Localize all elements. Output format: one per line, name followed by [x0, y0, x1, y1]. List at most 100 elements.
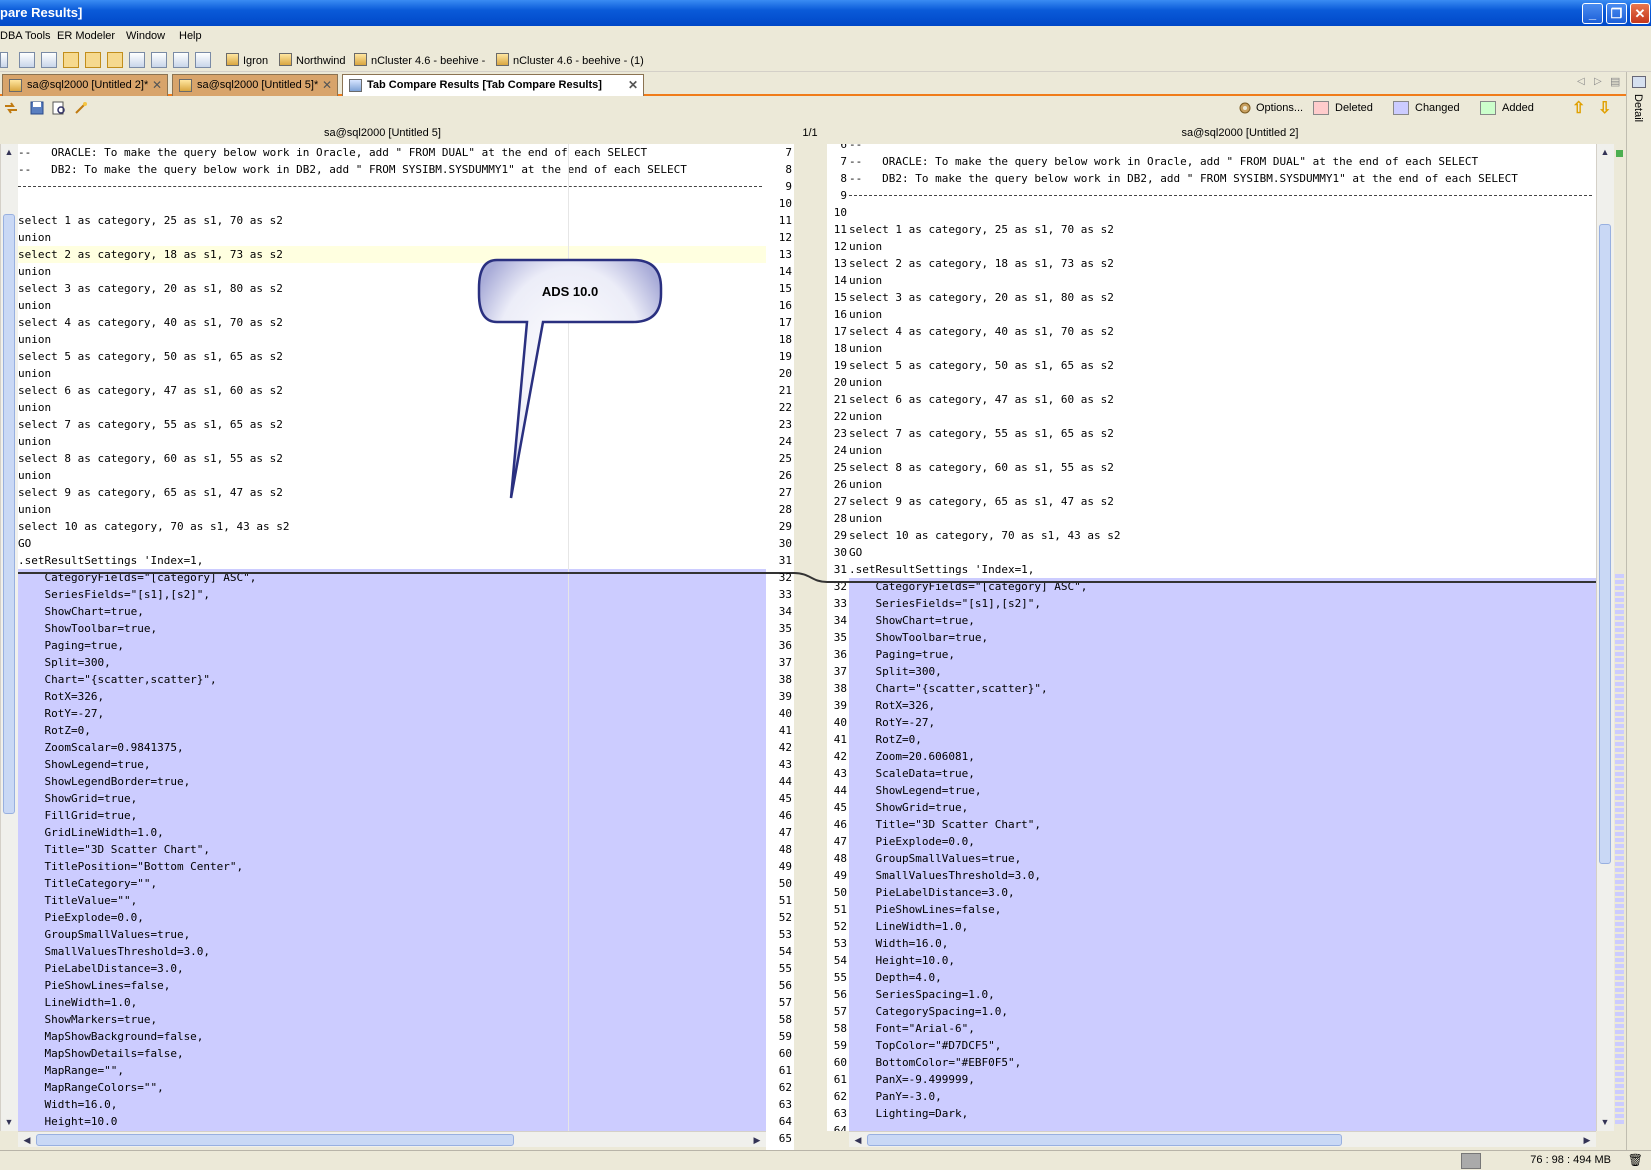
tab-compare-results[interactable]: Tab Compare Results [Tab Compare Results…: [342, 74, 644, 96]
code-line: ShowLegendBorder=true,: [18, 775, 191, 788]
tab-scroll-right-icon[interactable]: ▷: [1594, 76, 1602, 87]
tab-close-icon[interactable]: ✕: [322, 75, 332, 95]
scroll-up-icon[interactable]: ▲: [1598, 145, 1612, 159]
detail-tab-label[interactable]: Detail: [1632, 94, 1644, 122]
code-line: RotZ=0,: [18, 724, 91, 737]
menu-help[interactable]: Help: [179, 30, 202, 42]
connection-ncluster-1[interactable]: nCluster 4.6 - beehive - (1): [496, 53, 644, 67]
line-number: 60: [833, 1056, 847, 1069]
columns-icon[interactable]: [195, 52, 211, 68]
list-icon[interactable]: [129, 52, 145, 68]
code-line: Chart="{scatter,scatter}",: [18, 673, 217, 686]
right-scroll-thumb[interactable]: [1599, 224, 1611, 864]
next-diff-icon[interactable]: ⇩: [1598, 98, 1611, 118]
save-icon[interactable]: [29, 100, 45, 116]
code-line: ShowToolbar=true,: [18, 622, 158, 635]
split-selected-icon[interactable]: [107, 52, 123, 68]
database-icon: [226, 53, 239, 66]
code-line: Width=16.0,: [18, 1098, 118, 1111]
scroll-down-icon[interactable]: ▼: [1598, 1115, 1612, 1129]
code-line: GroupSmallValues=true,: [18, 928, 191, 941]
left-horizontal-scrollbar[interactable]: ◀ ▶: [18, 1131, 766, 1147]
line-number: 21: [778, 384, 792, 397]
code-line: RotZ=0,: [849, 733, 922, 746]
close-button[interactable]: ✕: [1630, 3, 1650, 24]
detail-side-panel[interactable]: Detail: [1626, 72, 1651, 1150]
scroll-right-icon[interactable]: ▶: [750, 1133, 764, 1147]
line-number: 63: [778, 1098, 792, 1111]
panel-icon[interactable]: [173, 52, 189, 68]
line-number: 10: [833, 206, 847, 219]
menu-window[interactable]: Window: [126, 30, 165, 42]
code-line: union: [849, 240, 883, 253]
line-number: 26: [833, 478, 847, 491]
code-line: MapShowDetails=false,: [18, 1047, 184, 1060]
scroll-down-icon[interactable]: ▼: [2, 1115, 16, 1129]
line-number: 50: [778, 877, 792, 890]
print-preview-icon[interactable]: [51, 100, 67, 116]
left-scroll-thumb[interactable]: [3, 214, 15, 814]
line-number: 37: [778, 656, 792, 669]
right-hscroll-thumb[interactable]: [867, 1134, 1342, 1146]
restore-button[interactable]: ❐: [1606, 3, 1627, 24]
code-line: union: [18, 333, 52, 346]
tab-close-icon[interactable]: ✕: [152, 75, 162, 95]
grid-icon[interactable]: [19, 52, 35, 68]
layout-selected-icon[interactable]: [63, 52, 79, 68]
menu-er-modeler[interactable]: ER Modeler: [57, 30, 115, 42]
scroll-right-icon[interactable]: ▶: [1580, 1133, 1594, 1147]
scroll-left-icon[interactable]: ◀: [851, 1133, 865, 1147]
code-line: union: [18, 367, 52, 380]
table-selected-icon[interactable]: [85, 52, 101, 68]
line-number: 43: [778, 758, 792, 771]
tab-list-icon[interactable]: ▤: [1610, 75, 1620, 88]
gear-icon[interactable]: [1237, 100, 1253, 116]
code-line: .setResultSettings 'Index=1,: [849, 563, 1035, 576]
changed-line-bg: [849, 731, 1596, 748]
changed-line-bg: [849, 935, 1596, 952]
line-number: 62: [833, 1090, 847, 1103]
line-number: 63: [833, 1107, 847, 1120]
code-line: Paging=true,: [18, 639, 124, 652]
tab-untitled-2[interactable]: sa@sql2000 [Untitled 2]* ✕: [2, 74, 168, 96]
window-icon[interactable]: [151, 52, 167, 68]
line-number: 42: [833, 750, 847, 763]
layout-icon[interactable]: [41, 52, 57, 68]
changed-line-bg: [18, 1096, 766, 1113]
line-number: 46: [833, 818, 847, 831]
line-number: 17: [833, 325, 847, 338]
code-line: union: [849, 478, 883, 491]
connection-northwind[interactable]: Northwind: [279, 53, 346, 67]
trash-icon[interactable]: 🗑: [1628, 1153, 1643, 1167]
swap-icon[interactable]: [3, 100, 19, 116]
tab-scroll-left-icon[interactable]: ◁: [1577, 76, 1585, 87]
right-horizontal-scrollbar[interactable]: ◀ ▶: [849, 1131, 1596, 1147]
changed-line-bg: [849, 952, 1596, 969]
menu-dba-tools[interactable]: DBA Tools: [0, 30, 51, 42]
code-line: select 5 as category, 50 as s1, 65 as s2: [849, 359, 1114, 372]
tab-close-icon[interactable]: ✕: [628, 75, 638, 95]
right-code-pane[interactable]: -- 6 -- ORACLE: To make the query below wo…: [827, 144, 1596, 1131]
options-button[interactable]: Options...: [1256, 102, 1303, 114]
minimize-button[interactable]: _: [1582, 3, 1603, 24]
wand-icon[interactable]: [73, 100, 89, 116]
line-number: 40: [833, 716, 847, 729]
scroll-up-icon[interactable]: ▲: [2, 145, 16, 159]
scroll-left-icon[interactable]: ◀: [20, 1133, 34, 1147]
line-number: 33: [833, 597, 847, 610]
line-number: 33: [778, 588, 792, 601]
line-number: 54: [778, 945, 792, 958]
diff-overview-ruler[interactable]: [1614, 144, 1626, 1131]
left-hscroll-thumb[interactable]: [36, 1134, 514, 1146]
panel-icon[interactable]: [1632, 76, 1646, 88]
right-vertical-scrollbar[interactable]: ▲ ▼: [1596, 144, 1614, 1131]
code-line: TitleCategory="",: [18, 877, 158, 890]
connection-ncluster[interactable]: nCluster 4.6 - beehive -: [354, 53, 485, 67]
tab-untitled-5[interactable]: sa@sql2000 [Untitled 5]* ✕: [172, 74, 338, 96]
previous-diff-icon[interactable]: ⇧: [1572, 98, 1585, 118]
connection-igron[interactable]: Igron: [226, 53, 268, 67]
code-line: select 7 as category, 55 as s1, 65 as s2: [18, 418, 283, 431]
line-number: 42: [778, 741, 792, 754]
line-number: 7: [785, 146, 792, 159]
left-vertical-scrollbar[interactable]: ▲ ▼: [0, 144, 18, 1131]
